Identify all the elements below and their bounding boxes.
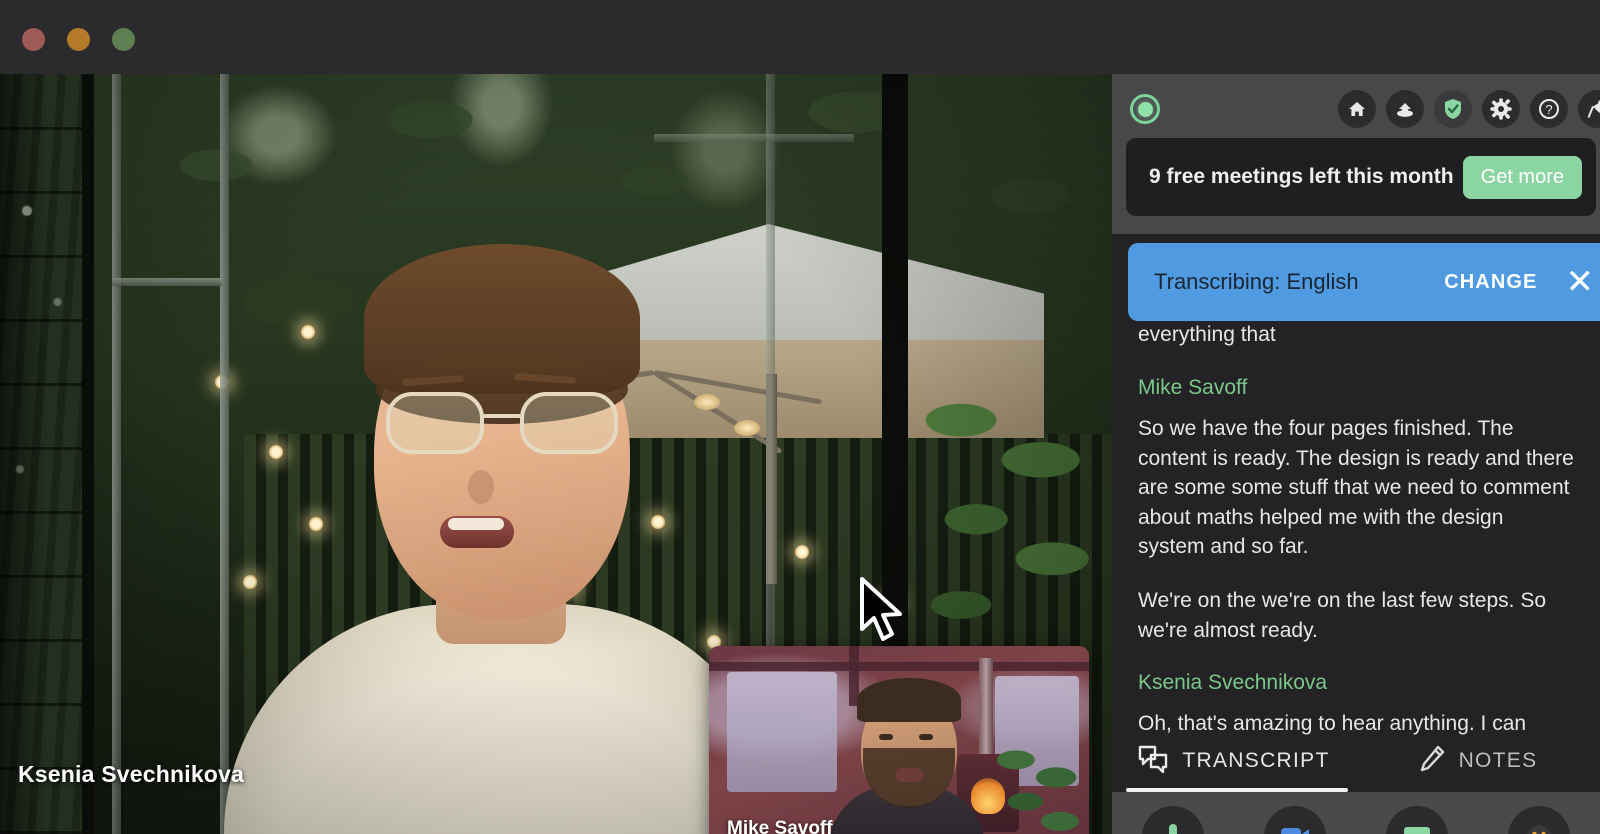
pip-participant-figure — [829, 676, 985, 834]
mouse-cursor — [860, 577, 902, 641]
participant-teeth — [448, 518, 504, 530]
meeting-controls-toolbar — [1112, 792, 1600, 834]
pip-plant — [987, 740, 1083, 834]
sidebar-header: ? 9 free meetings left this month Get mo… — [1112, 74, 1600, 234]
meeting-sidebar: ? 9 free meetings left this month Get mo… — [1112, 74, 1600, 834]
recording-indicator[interactable] — [1130, 94, 1160, 124]
transcript-partial-line: everything that — [1138, 323, 1276, 346]
transcript-panel[interactable]: everything that Mike Savoff So we have t… — [1112, 321, 1600, 789]
string-light — [794, 544, 810, 560]
secondary-video-tile[interactable] — [0, 74, 90, 834]
get-more-button[interactable]: Get more — [1462, 155, 1582, 199]
pip-window — [727, 672, 837, 792]
reactions-button[interactable] — [1508, 806, 1570, 834]
window-titlebar — [0, 0, 1600, 75]
eyeglasses — [386, 392, 618, 454]
transcript-speaker-name: Ksenia Svechnikova — [1138, 671, 1328, 695]
transcript-speaker-name: Mike Savoff — [1138, 375, 1248, 399]
main-participant-name: Ksenia Svechnikova — [18, 761, 245, 787]
glass-frame-rail — [112, 278, 222, 286]
pip-beam — [709, 662, 1089, 671]
chat-bubbles-icon — [1138, 745, 1168, 778]
free-meetings-text: 9 free meetings left this month — [1149, 165, 1454, 189]
minimize-window-button[interactable] — [67, 28, 90, 51]
tab-notes-label: NOTES — [1458, 749, 1538, 772]
maximize-window-button[interactable] — [112, 28, 135, 51]
participant-figure — [224, 114, 784, 834]
eyeglass-lens — [386, 392, 484, 454]
pip-participant-name: Mike Savoff — [727, 818, 833, 834]
pencil-icon — [1419, 745, 1445, 778]
tab-notes[interactable]: NOTES — [1356, 730, 1600, 792]
transcribing-label: Transcribing: English — [1154, 269, 1359, 294]
settings-gear-icon[interactable] — [1482, 90, 1520, 128]
shield-check-icon[interactable] — [1434, 90, 1472, 128]
tile-divider — [82, 74, 94, 834]
transcript-paragraph: So we have the four pages finished. The … — [1138, 416, 1574, 559]
eyeglass-bridge — [484, 414, 520, 418]
sidebar-header-icons: ? — [1338, 90, 1600, 128]
eyeglass-lens — [520, 392, 618, 454]
help-question-icon[interactable]: ? — [1530, 90, 1568, 128]
tab-transcript-label: TRANSCRIPT — [1182, 749, 1330, 772]
home-icon[interactable] — [1338, 90, 1376, 128]
sidebar-tabs: TRANSCRIPT NOTES — [1112, 730, 1600, 792]
screen-share-button[interactable] — [1386, 806, 1448, 834]
pip-hair — [857, 678, 961, 722]
camera-button[interactable] — [1264, 806, 1326, 834]
participant-nose — [468, 470, 494, 504]
cloud-upload-icon[interactable] — [1386, 90, 1424, 128]
microphone-button[interactable] — [1142, 806, 1204, 834]
tab-transcript[interactable]: TRANSCRIPT — [1112, 730, 1356, 792]
video-stage: Ksenia Svechnikova Mike Savoff — [0, 74, 1112, 834]
pip-video-tile[interactable]: Mike Savoff — [709, 646, 1089, 834]
traffic-lights — [22, 28, 135, 51]
glass-frame-mullion — [112, 74, 121, 834]
pin-icon[interactable] — [1578, 90, 1600, 128]
free-meetings-promo: 9 free meetings left this month Get more — [1126, 138, 1596, 216]
pip-eye — [919, 734, 933, 740]
pip-mouth — [895, 768, 923, 782]
svg-text:?: ? — [1545, 102, 1552, 117]
transcript-paragraph: We're on the we're on the last few steps… — [1138, 589, 1547, 642]
transcribing-banner: Transcribing: English CHANGE ✕ — [1128, 243, 1600, 321]
change-language-button[interactable]: CHANGE — [1444, 271, 1537, 294]
transcript-entry: Mike Savoff So we have the four pages fi… — [1138, 376, 1574, 645]
close-window-button[interactable] — [22, 28, 45, 51]
transcript-entry: Ksenia Svechnikova Oh, that's amazing to… — [1138, 671, 1574, 739]
app-window: Ksenia Svechnikova Mike Savoff ? 9 free … — [0, 0, 1600, 834]
close-banner-button[interactable]: ✕ — [1566, 265, 1595, 299]
pip-eye — [879, 734, 893, 740]
